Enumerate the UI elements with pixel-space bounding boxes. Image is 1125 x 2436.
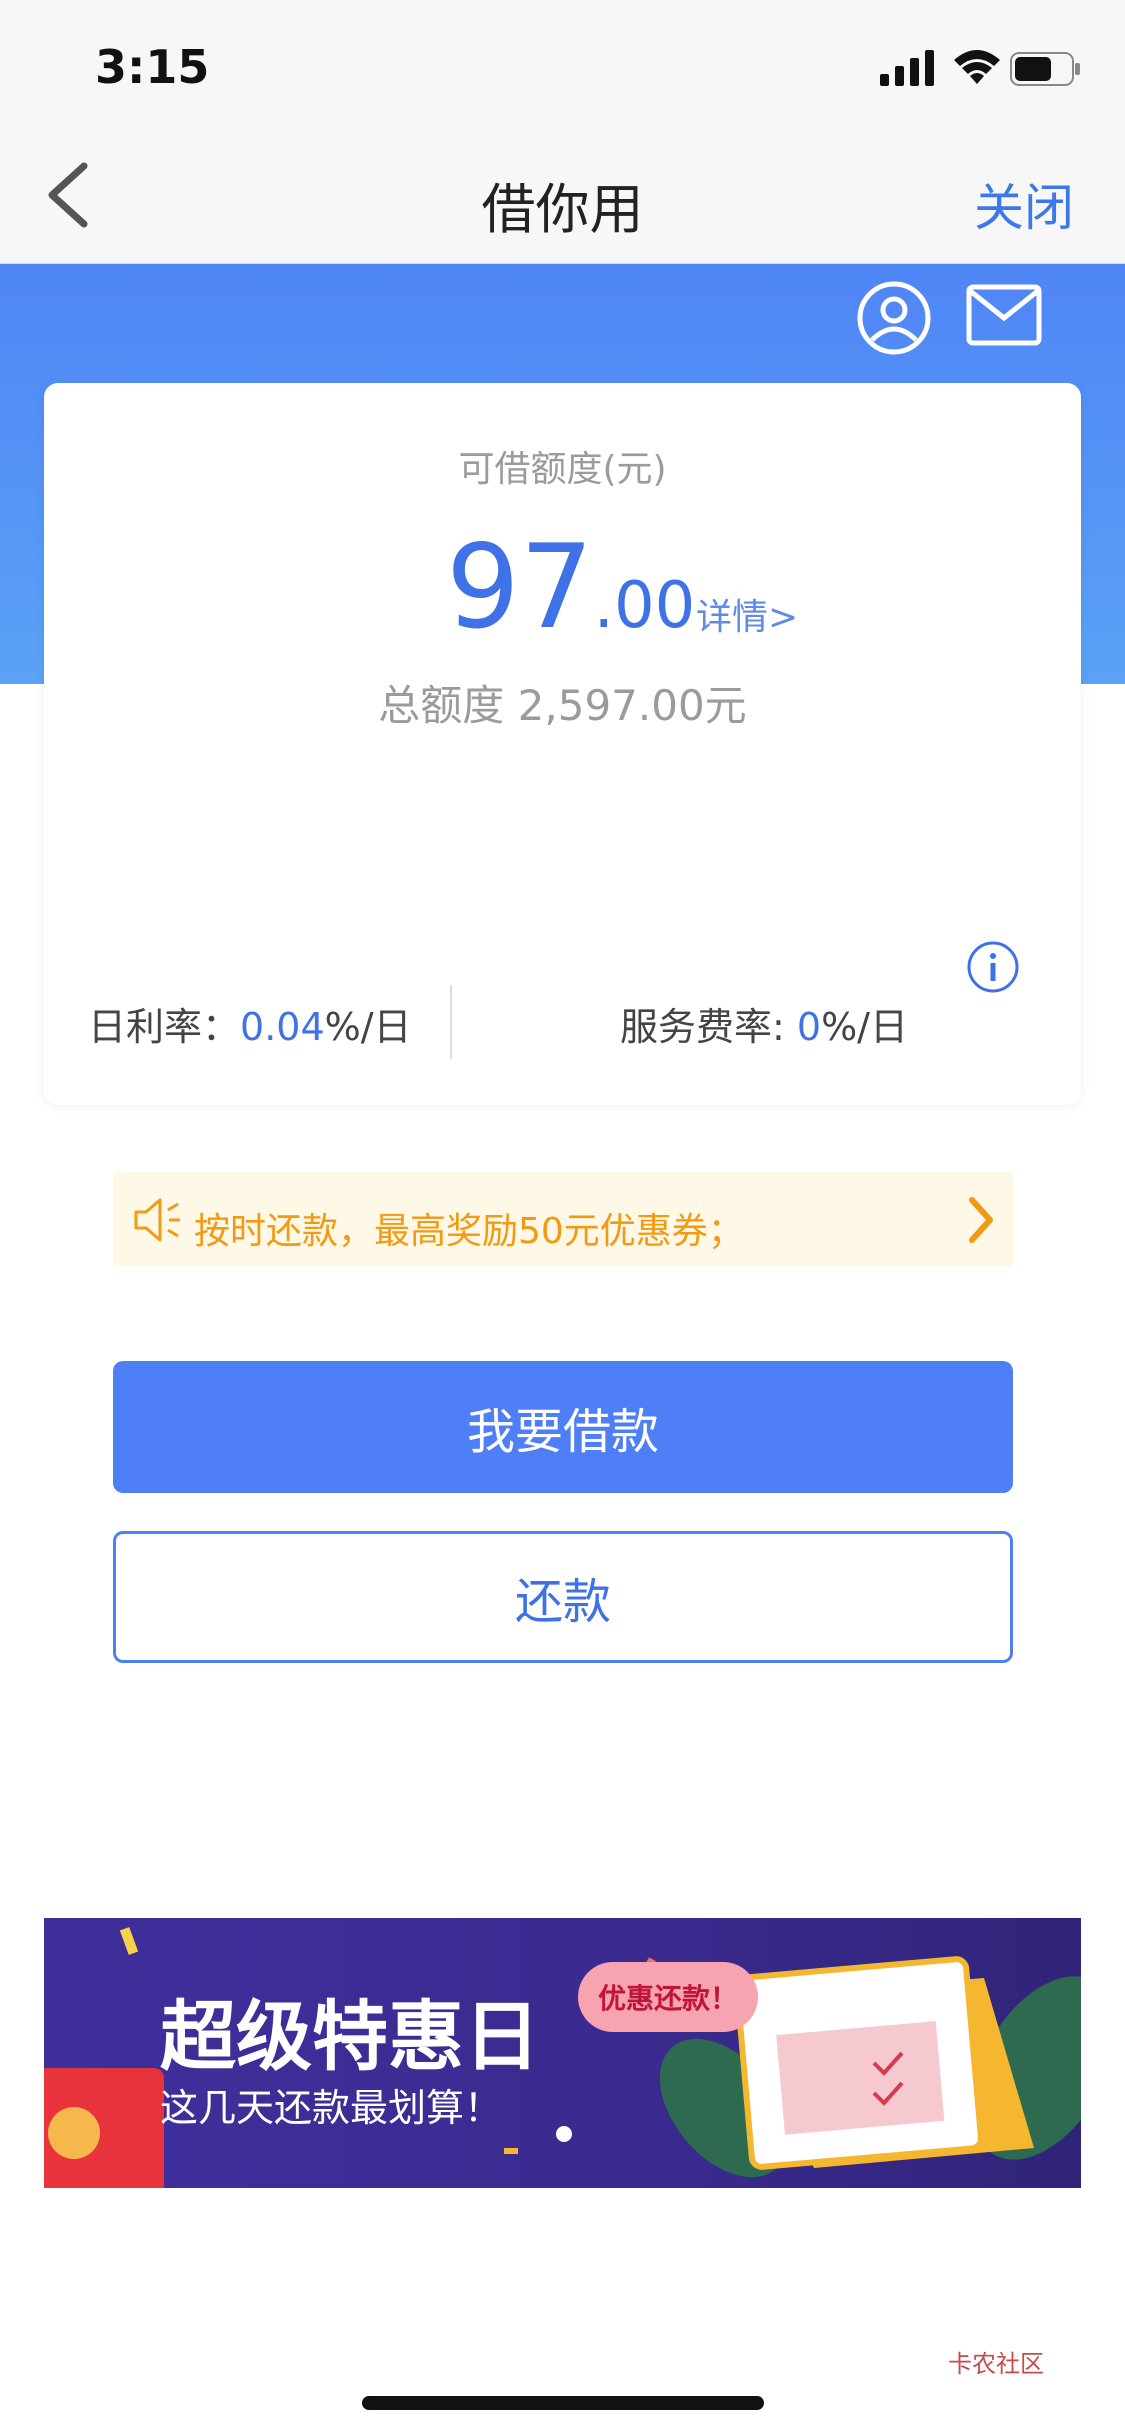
watermark: 卡农社区: [948, 2350, 1044, 2378]
daily-rate: 日利率：0.04%/日: [88, 996, 412, 1051]
service-fee-value: 0: [796, 1005, 822, 1049]
available-credit-label: 可借额度(元): [458, 449, 667, 490]
carousel-indicator[interactable]: [556, 2126, 572, 2142]
wifi-icon: [954, 50, 1000, 84]
signal-icon: [880, 50, 934, 86]
battery-icon: [1010, 52, 1080, 86]
service-fee-label: 服务费率:: [620, 1005, 797, 1049]
home-indicator[interactable]: [362, 2396, 764, 2410]
available-amount-decimal: .00: [593, 569, 696, 643]
details-link[interactable]: 详情>: [696, 588, 798, 640]
daily-rate-label: 日利率：: [88, 1005, 241, 1049]
info-icon[interactable]: [966, 940, 1020, 994]
service-fee-rate: 服务费率: 0%/日: [620, 996, 908, 1051]
total-credit: 总额度 2,597.00元: [378, 681, 747, 730]
status-time: 3:15: [95, 40, 210, 94]
available-amount-integer: 97: [446, 520, 594, 655]
daily-rate-value: 0.04: [240, 1005, 325, 1049]
service-fee-unit: %/日: [821, 1005, 908, 1049]
user-circle-icon[interactable]: [856, 280, 932, 356]
page-title: 借你用: [481, 178, 644, 241]
banner-bubble: 优惠还款！: [578, 1962, 758, 2032]
mail-icon[interactable]: [966, 284, 1042, 346]
repay-button[interactable]: 还款: [113, 1531, 1013, 1663]
banner-title: 超级特惠日: [160, 1992, 540, 2081]
chevron-right-icon: [969, 1197, 993, 1243]
banner-subtitle: 这几天还款最划算！: [160, 2086, 503, 2130]
available-amount: 97.00: [446, 520, 695, 655]
speaker-icon: [134, 1198, 180, 1242]
promo-notice-text: 按时还款，最高奖励50元优惠券；: [194, 1211, 744, 1252]
daily-rate-unit: %/日: [324, 1005, 412, 1049]
borrow-button[interactable]: 我要借款: [113, 1361, 1013, 1493]
divider: [450, 985, 452, 1059]
close-button[interactable]: 关闭: [974, 168, 1074, 240]
